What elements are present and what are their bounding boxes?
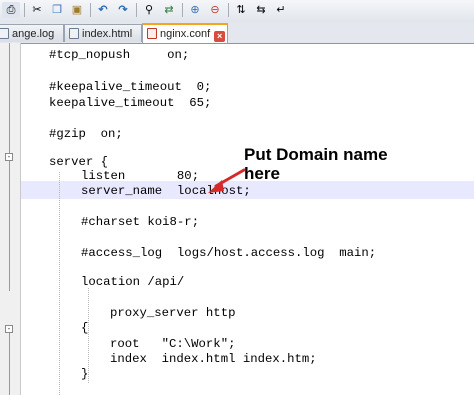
annotation-arrow — [208, 168, 246, 193]
